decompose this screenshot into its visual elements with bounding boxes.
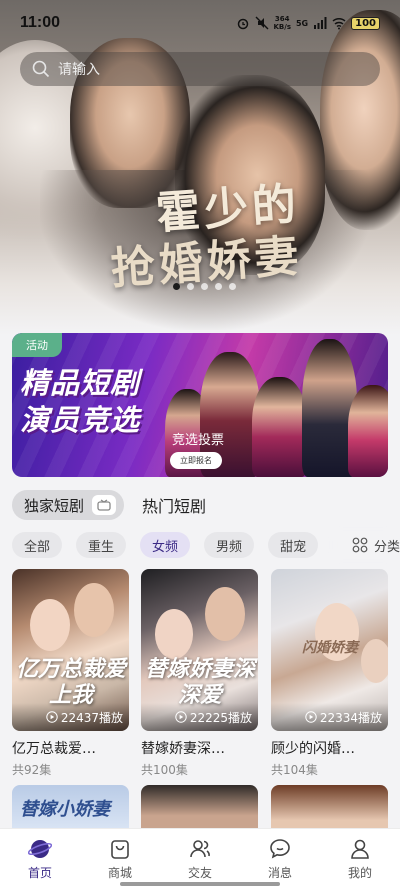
tab-exclusive-dramas[interactable]: 独家短剧: [12, 490, 125, 520]
category-label: 分类: [373, 539, 400, 555]
drama-card-partial[interactable]: 替嫁小娇妻: [12, 785, 129, 829]
banner-actor: [252, 377, 307, 477]
poster-face: [74, 583, 114, 637]
network-speed: 364 KB/s: [274, 15, 291, 31]
banner-headline-1: 精品短剧: [20, 366, 141, 400]
net-speed-value: 364: [274, 15, 290, 23]
drama-card[interactable]: 替嫁娇妻深深爱 22225播放 替嫁娇妻深… 共100集: [141, 569, 258, 778]
poster-face: [30, 599, 70, 651]
status-bar: 11:00 364 KB/s 5G 100: [0, 0, 400, 46]
tab-shop-label: 商城: [107, 866, 132, 880]
drama-card-partial[interactable]: [141, 785, 258, 829]
tab-messages[interactable]: 消息: [240, 829, 320, 889]
wifi-icon: [332, 17, 346, 30]
play-count: 22225播放: [141, 703, 258, 731]
tv-icon: [92, 495, 117, 515]
tab-friends-label: 交友: [187, 866, 212, 880]
drama-title: 替嫁娇妻深…: [141, 741, 225, 757]
tab-home[interactable]: 首页: [0, 829, 80, 889]
tab-exclusive-label: 独家短剧: [24, 496, 85, 515]
banner-cta-button[interactable]: 立即报名: [170, 452, 222, 469]
profile-icon: [351, 839, 369, 859]
hero-carousel[interactable]: 霍少的 抢婚娇妻: [0, 0, 400, 335]
play-count-text: 22437播放: [60, 710, 123, 725]
alarm-icon: [237, 18, 248, 30]
tab-profile-label: 我的: [347, 866, 372, 880]
signal-bars-icon: [314, 17, 327, 29]
poster-face: [205, 587, 245, 641]
drama-card[interactable]: 闪婚娇妻 22334播放 顾少的闪婚… 共104集: [271, 569, 388, 778]
search-placeholder: 请输入: [58, 62, 100, 78]
home-indicator: [120, 882, 280, 886]
hero-title: 霍少的 抢婚娇妻: [57, 175, 364, 300]
drama-card-partial[interactable]: [271, 785, 388, 829]
category-button[interactable]: 分类: [341, 532, 400, 558]
tab-shop[interactable]: 商城: [80, 829, 160, 889]
chip-all[interactable]: 全部: [12, 532, 63, 558]
banner-headline-2: 演员竞选: [20, 403, 141, 437]
chip-male[interactable]: 男频: [204, 532, 255, 558]
play-icon: [305, 711, 317, 723]
tab-messages-label: 消息: [267, 866, 292, 880]
play-count-text: 22334播放: [319, 710, 382, 725]
drama-poster: 亿万总裁爱上我 22437播放: [12, 569, 129, 731]
battery-indicator: 100: [351, 16, 380, 30]
filter-chips: 全部 重生 女频 男频 甜宠 分类: [12, 532, 400, 558]
bottom-tab-bar: 首页 商城 交友 消息 我的: [0, 828, 400, 889]
status-time: 11:00: [20, 14, 61, 31]
poster-face: [155, 609, 193, 659]
banner-headline: 精品短剧 演员竞选: [20, 365, 140, 439]
banner-subtitle: 竞选投票: [172, 433, 225, 448]
shopping-bag-icon: [111, 840, 129, 859]
carousel-dot[interactable]: [229, 283, 236, 290]
drama-title: 亿万总裁爱…: [12, 741, 96, 757]
play-count-text: 22225播放: [189, 710, 252, 725]
poster-title: 替嫁小娇妻: [20, 799, 110, 820]
mute-icon: [255, 16, 268, 30]
drama-title: 顾少的闪婚…: [271, 741, 355, 757]
drama-episodes: 共104集: [271, 763, 318, 777]
carousel-dots: [173, 283, 236, 290]
drama-episodes: 共92集: [12, 763, 52, 777]
poster-title: 闪婚娇妻: [302, 640, 358, 656]
signal-label: 5G: [295, 18, 309, 28]
section-tabs: 独家短剧 热门短剧: [12, 490, 206, 520]
net-speed-unit: KB/s: [273, 23, 291, 31]
play-icon: [175, 711, 187, 723]
category-grid-icon: [352, 537, 368, 553]
carousel-dot[interactable]: [201, 283, 208, 290]
drama-episodes: 共100集: [141, 763, 188, 777]
search-icon: [32, 60, 50, 78]
search-bar[interactable]: 请输入: [20, 52, 380, 86]
chip-sweet[interactable]: 甜宠: [268, 532, 319, 558]
chip-rebirth[interactable]: 重生: [76, 532, 127, 558]
drama-poster: 替嫁娇妻深深爱 22225播放: [141, 569, 258, 731]
home-planet-icon: [28, 840, 52, 858]
tab-hot-dramas[interactable]: 热门短剧: [142, 493, 206, 517]
carousel-dot[interactable]: [173, 283, 180, 290]
poster-title: 亿万总裁爱上我: [16, 657, 127, 708]
tab-home-label: 首页: [27, 866, 52, 880]
friends-icon: [190, 840, 210, 858]
message-icon: [270, 839, 290, 859]
carousel-dot[interactable]: [215, 283, 222, 290]
poster-title: 替嫁娇妻深深爱: [145, 657, 256, 708]
play-count: 22334播放: [271, 703, 388, 731]
chip-female[interactable]: 女频: [140, 532, 191, 558]
status-icons: 364 KB/s 5G 100: [236, 15, 380, 31]
tab-friends[interactable]: 交友: [160, 829, 240, 889]
promo-banner[interactable]: 活动 精品短剧 演员竞选 竞选投票 立即报名: [12, 333, 388, 477]
banner-tag: 活动: [12, 333, 62, 357]
banner-actor: [348, 385, 388, 477]
drama-poster: 闪婚娇妻 22334播放: [271, 569, 388, 731]
tab-profile[interactable]: 我的: [320, 829, 400, 889]
play-icon: [46, 711, 58, 723]
play-count: 22437播放: [12, 703, 129, 731]
carousel-dot[interactable]: [187, 283, 194, 290]
drama-card[interactable]: 亿万总裁爱上我 22437播放 亿万总裁爱… 共92集: [12, 569, 129, 778]
